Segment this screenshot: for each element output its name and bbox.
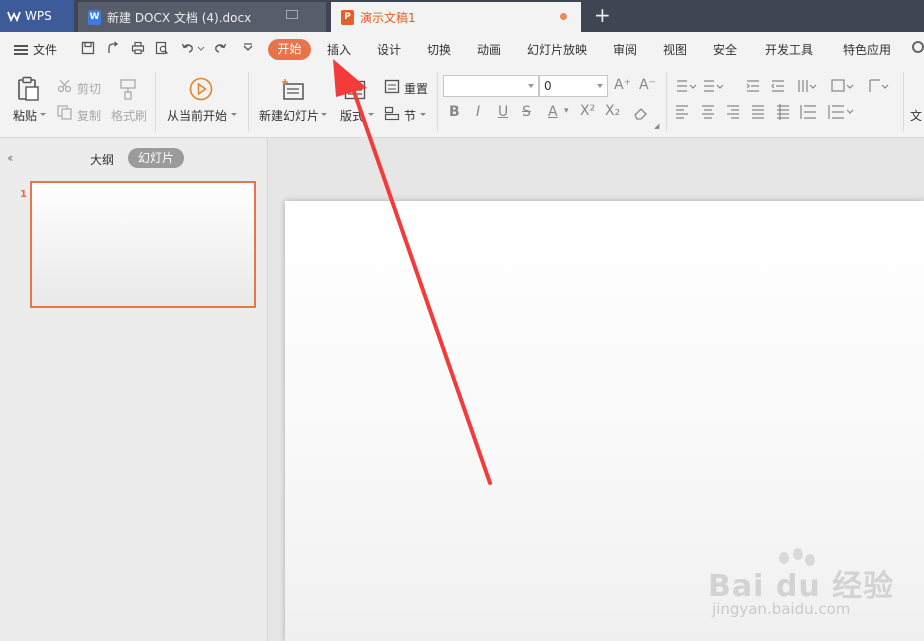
font-color-icon[interactable]: A bbox=[548, 104, 558, 120]
menu-tab-insert[interactable]: 插入 bbox=[327, 41, 351, 58]
menu-tab-security[interactable]: 安全 bbox=[713, 41, 737, 58]
menu-tab-design[interactable]: 设计 bbox=[377, 41, 401, 58]
wps-logo-icon bbox=[7, 11, 21, 23]
file-menu-label: 文件 bbox=[33, 43, 58, 57]
wps-tab-label: WPS bbox=[25, 9, 52, 23]
superscript-icon[interactable]: X² bbox=[580, 103, 595, 119]
section-icon[interactable] bbox=[384, 106, 400, 121]
play-dropdown-icon[interactable] bbox=[231, 112, 237, 118]
document-tab-docx[interactable]: W 新建 DOCX 文档 (4).docx bbox=[78, 2, 326, 32]
text-tools-button[interactable]: 文 bbox=[910, 107, 922, 124]
format-painter-button[interactable]: 格式刷 bbox=[111, 107, 147, 124]
font-name-dropdown-icon bbox=[528, 84, 534, 88]
paste-button[interactable]: 粘贴 bbox=[13, 107, 37, 124]
menu-tab-animations[interactable]: 动画 bbox=[477, 41, 501, 58]
layout-dropdown-icon[interactable] bbox=[368, 112, 374, 118]
menu-tab-home[interactable]: 开始 bbox=[268, 39, 311, 60]
play-icon[interactable] bbox=[189, 77, 213, 101]
print-icon[interactable] bbox=[131, 41, 145, 55]
ribbon-divider bbox=[666, 72, 667, 132]
reset-button[interactable]: 重置 bbox=[404, 80, 428, 97]
search-icon[interactable] bbox=[912, 41, 924, 53]
title-tab-bar: WPS W 新建 DOCX 文档 (4).docx P 演示文稿1 + bbox=[0, 0, 924, 32]
font-size-value: 0 bbox=[544, 79, 552, 93]
presentation-tab-label: 演示文稿1 bbox=[360, 10, 416, 25]
menu-tab-developer[interactable]: 开发工具 bbox=[765, 41, 813, 58]
unsaved-dot-icon bbox=[560, 13, 567, 20]
strikethrough-icon[interactable]: S bbox=[522, 104, 531, 120]
paragraph-controls-icon[interactable] bbox=[674, 78, 894, 122]
scissors-icon bbox=[57, 79, 72, 93]
ribbon-divider bbox=[155, 72, 156, 132]
font-color-dropdown-icon[interactable]: ▾ bbox=[564, 106, 569, 116]
customize-toolbar-icon[interactable] bbox=[241, 41, 255, 55]
file-menu[interactable]: 文件 bbox=[14, 41, 57, 58]
menu-tab-review[interactable]: 审阅 bbox=[613, 41, 637, 58]
share-icon[interactable] bbox=[106, 41, 120, 55]
save-icon[interactable] bbox=[81, 41, 95, 55]
font-size-select[interactable]: 0 bbox=[539, 75, 608, 97]
italic-icon[interactable]: I bbox=[476, 104, 480, 120]
tab-slides[interactable]: 幻灯片 bbox=[128, 148, 184, 168]
tab-outline[interactable]: 大纲 bbox=[90, 151, 114, 168]
font-dialog-launcher-icon[interactable]: ◢ bbox=[654, 122, 659, 130]
window-icon[interactable] bbox=[286, 10, 298, 19]
decrease-font-icon[interactable]: A⁻ bbox=[639, 77, 656, 93]
document-tab-label: 新建 DOCX 文档 (4).docx bbox=[107, 10, 252, 25]
slide-number: 1 bbox=[20, 189, 27, 200]
slides-panel: ‹‹ 大纲 幻灯片 1 bbox=[0, 139, 268, 641]
menu-tab-view[interactable]: 视图 bbox=[663, 41, 687, 58]
copy-icon bbox=[57, 105, 72, 120]
ribbon-divider bbox=[437, 72, 438, 132]
ribbon-divider bbox=[903, 72, 904, 132]
undo-icon[interactable] bbox=[181, 41, 195, 55]
paste-icon[interactable] bbox=[16, 76, 40, 102]
underline-icon[interactable]: U bbox=[498, 104, 508, 120]
new-slide-dropdown-icon[interactable] bbox=[321, 112, 327, 118]
reset-icon[interactable] bbox=[384, 79, 400, 94]
ribbon-divider bbox=[248, 72, 249, 132]
collapse-panel-icon[interactable]: ‹‹ bbox=[7, 151, 13, 165]
menu-tab-slideshow[interactable]: 幻灯片放映 bbox=[527, 41, 587, 58]
ribbon-toolbar: 粘贴 剪切 复制 格式刷 从当前开始 新建幻灯片 版式 重置 节 0 A⁺ A⁻… bbox=[0, 66, 924, 138]
redo-icon[interactable] bbox=[213, 41, 227, 55]
cut-button[interactable]: 剪切 bbox=[77, 80, 101, 97]
wps-home-tab[interactable]: WPS bbox=[0, 0, 74, 32]
layout-icon[interactable] bbox=[344, 80, 366, 100]
watermark-brand: Bai du 经验 bbox=[708, 569, 895, 604]
new-tab-button[interactable]: + bbox=[594, 4, 611, 26]
slide-thumbnail[interactable] bbox=[30, 181, 256, 308]
bold-icon[interactable]: B bbox=[449, 104, 460, 120]
hamburger-icon bbox=[14, 44, 28, 55]
paste-dropdown-icon[interactable] bbox=[40, 112, 46, 118]
undo-dropdown-icon[interactable] bbox=[197, 41, 205, 55]
word-doc-icon: W bbox=[88, 9, 101, 25]
print-preview-icon[interactable] bbox=[155, 41, 169, 55]
eraser-icon[interactable] bbox=[633, 106, 649, 120]
subscript-icon[interactable]: X₂ bbox=[605, 103, 620, 119]
font-name-select[interactable] bbox=[443, 75, 539, 97]
menu-bar: 文件 开始 插入 设计 切换 动画 幻灯片放映 审阅 视图 安全 开发工具 特色… bbox=[0, 32, 924, 66]
copy-button[interactable]: 复制 bbox=[77, 107, 101, 124]
presentation-tab[interactable]: P 演示文稿1 bbox=[331, 2, 581, 32]
layout-button[interactable]: 版式 bbox=[340, 107, 364, 124]
increase-font-icon[interactable]: A⁺ bbox=[614, 77, 631, 93]
section-button[interactable]: 节 bbox=[404, 107, 416, 124]
presentation-doc-icon: P bbox=[341, 9, 354, 25]
format-painter-icon bbox=[120, 79, 136, 100]
watermark-url: jingyan.baidu.com bbox=[712, 600, 851, 618]
play-from-current-button[interactable]: 从当前开始 bbox=[167, 107, 227, 124]
new-slide-icon[interactable] bbox=[281, 78, 305, 102]
section-dropdown-icon[interactable] bbox=[420, 112, 426, 118]
menu-tab-special[interactable]: 特色应用 bbox=[843, 41, 891, 58]
menu-tab-transitions[interactable]: 切换 bbox=[427, 41, 451, 58]
new-slide-button[interactable]: 新建幻灯片 bbox=[259, 107, 319, 124]
font-size-dropdown-icon bbox=[597, 84, 603, 88]
